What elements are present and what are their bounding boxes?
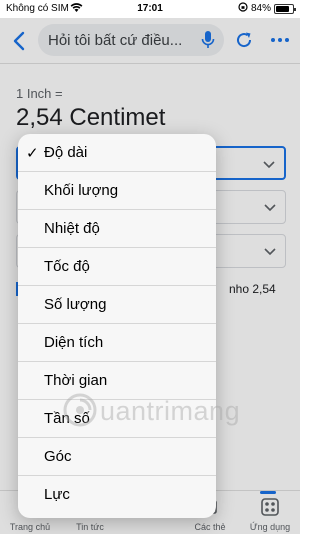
dropdown-item-do-dai[interactable]: ✓ Độ dài — [18, 134, 216, 172]
dropdown-item-goc[interactable]: Góc — [18, 438, 216, 476]
dropdown-item-so-luong[interactable]: Số lượng — [18, 286, 216, 324]
status-bar: Không có SIM 17:01 84% — [0, 0, 300, 18]
dropdown-item-khoi-luong[interactable]: Khối lượng — [18, 172, 216, 210]
dropdown-item-label: Thời gian — [44, 372, 108, 389]
dropdown-item-label: Diện tích — [44, 334, 104, 351]
dropdown-item-nhiet-do[interactable]: Nhiệt độ — [18, 210, 216, 248]
battery-percent: 84% — [250, 3, 271, 14]
dropdown-item-dien-tich[interactable]: Diện tích — [18, 324, 216, 362]
dropdown-item-label: Độ dài — [44, 144, 88, 161]
dropdown-item-label: Số lượng — [44, 296, 107, 313]
dropdown-item-label: Nhiệt độ — [44, 220, 100, 237]
watermark-text: uantrimang — [100, 396, 241, 426]
dropdown-item-label: Khối lượng — [44, 182, 119, 199]
category-dropdown-menu: ✓ Độ dài Khối lượng Nhiệt độ Tốc độ Số l… — [18, 134, 216, 518]
watermark-icon — [63, 393, 97, 427]
dropdown-item-label: Lực — [44, 486, 70, 503]
watermark-logo: uantrimang — [62, 392, 272, 432]
battery-icon — [274, 3, 296, 14]
dropdown-item-luc[interactable]: Lực — [18, 476, 216, 514]
checkmark-icon: ✓ — [26, 145, 39, 162]
orientation-lock-icon — [238, 2, 248, 15]
dropdown-item-label: Góc — [44, 448, 72, 465]
dropdown-item-toc-do[interactable]: Tốc độ — [18, 248, 216, 286]
dropdown-item-label: Tốc độ — [44, 258, 90, 275]
